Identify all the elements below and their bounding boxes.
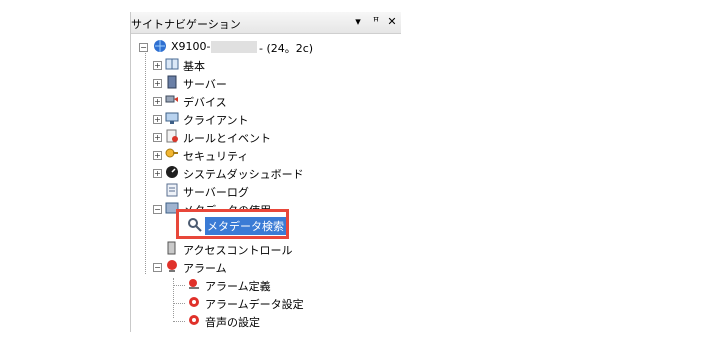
expand-icon[interactable]: + — [153, 133, 162, 142]
tree-item-label: デバイス — [183, 96, 227, 109]
tree-item-label: クライアント — [183, 114, 249, 127]
tree-item-label: 音声の設定 — [205, 316, 260, 329]
tree-item-label: アクセスコントロール — [183, 244, 293, 257]
expand-icon[interactable]: + — [153, 97, 162, 106]
book-icon — [165, 58, 179, 70]
collapse-icon[interactable]: − — [153, 205, 162, 214]
dropdown-icon[interactable]: ▾ — [351, 15, 365, 29]
expand-icon[interactable]: + — [153, 61, 162, 70]
tree-item-label: サーバー — [183, 78, 227, 91]
tree-item-label: 基本 — [183, 60, 205, 73]
redacted-block — [211, 41, 257, 53]
log-icon — [166, 183, 178, 197]
tree-item-label: サーバーログ — [183, 186, 249, 199]
tree-item-label: アラームデータ設定 — [205, 298, 304, 311]
tree-item-label: ルールとイベント — [183, 132, 271, 145]
tree-item-label: システムダッシュボード — [183, 168, 304, 181]
tree-guide-line — [173, 278, 174, 318]
tree-guide-line — [173, 285, 185, 286]
root-label: X9100- — [171, 40, 211, 53]
tree-guide-line — [173, 303, 185, 304]
server-globe-icon — [154, 40, 166, 52]
collapse-icon[interactable]: − — [139, 43, 148, 52]
expand-icon[interactable]: + — [153, 79, 162, 88]
pin-icon[interactable]: ꟸ — [369, 15, 383, 29]
tree-guide-line — [145, 50, 146, 274]
expand-icon[interactable]: + — [153, 169, 162, 178]
search-icon — [188, 218, 202, 232]
rules-icon — [166, 129, 178, 143]
close-icon[interactable]: ✕ — [385, 15, 399, 29]
monitor-icon — [165, 112, 179, 124]
server-icon — [167, 75, 177, 89]
tree-item-label: アラーム定義 — [205, 280, 271, 293]
tree-item-label: セキュリティ — [183, 150, 249, 163]
tree-item-label: アラーム — [183, 262, 227, 275]
dashboard-icon — [166, 166, 178, 178]
door-icon — [167, 241, 176, 255]
expand-icon[interactable]: + — [153, 115, 162, 124]
camera-icon — [165, 95, 178, 103]
collapse-icon[interactable]: − — [153, 263, 162, 272]
root-suffix: - (24。2c) — [259, 42, 314, 55]
tree-node-root[interactable]: − X9100- - (24。2c) — [139, 38, 399, 56]
key-icon — [165, 148, 178, 158]
site-navigation-panel: サイトナビゲーション ▾ ꟸ ✕ − X9100- - (24。2c) + 基本… — [130, 12, 401, 332]
metadata-search-label[interactable]: メタデータ検索 — [205, 217, 286, 235]
alarm-settings-icon — [189, 297, 199, 307]
sound-settings-icon — [189, 315, 199, 325]
alarm-definition-icon — [189, 279, 199, 289]
metadata-search-highlight[interactable]: メタデータ検索 — [176, 209, 289, 239]
panel-titlebar: サイトナビゲーション ▾ ꟸ ✕ — [131, 12, 401, 34]
panel-title: サイトナビゲーション — [131, 18, 241, 31]
alarm-icon — [167, 260, 177, 272]
expand-icon[interactable]: + — [153, 151, 162, 160]
tree-guide-line — [173, 321, 185, 322]
